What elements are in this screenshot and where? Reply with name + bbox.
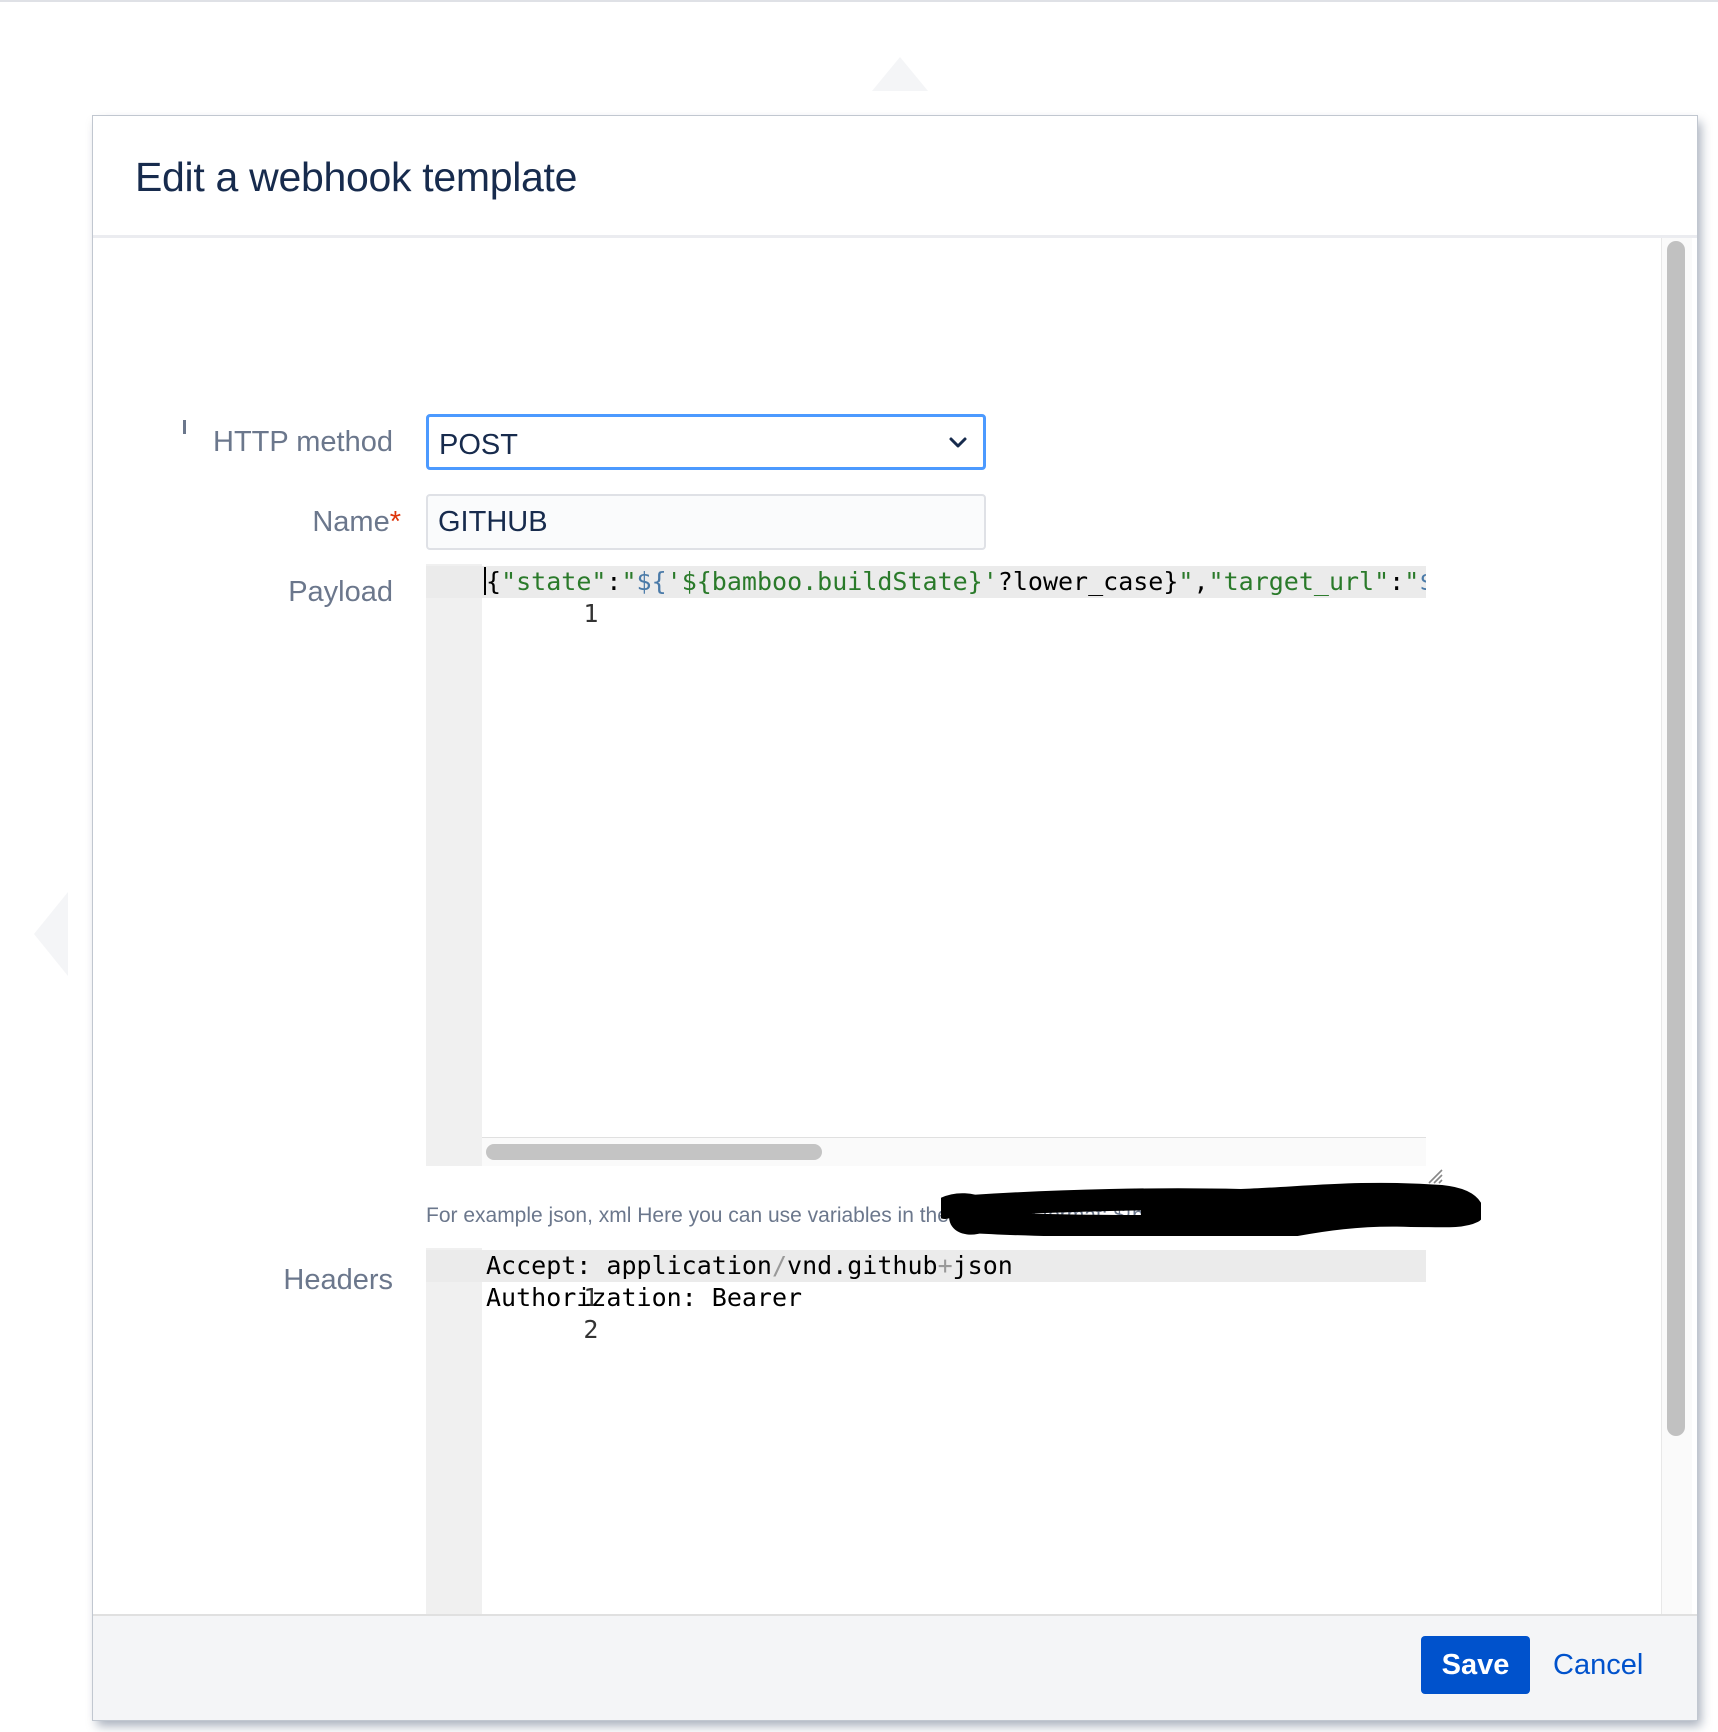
token: { bbox=[486, 567, 502, 596]
token: '${bamboo.buildState}' bbox=[666, 567, 998, 596]
dialog-body: HTTP method POST Name* Payload 1 {"state"… bbox=[93, 238, 1697, 1720]
dialog-footer: Save Cancel bbox=[93, 1614, 1697, 1720]
payload-line-code: {"state":"${'${bamboo.buildState}'?lower… bbox=[484, 566, 1426, 598]
headers-line-2[interactable]: 2 Authorization: Bearer bbox=[426, 1282, 1426, 1344]
top-divider bbox=[0, 0, 1718, 2]
http-method-select[interactable]: POST bbox=[426, 414, 986, 470]
token: " bbox=[1404, 567, 1420, 596]
redaction-scribble bbox=[941, 1182, 1481, 1236]
token: vnd.github bbox=[787, 1251, 938, 1280]
http-method-value: POST bbox=[439, 429, 518, 461]
payload-line-1[interactable]: 1 {"state":"${'${bamboo.buildState}'?lowe… bbox=[426, 566, 1426, 628]
line-number: 2 bbox=[583, 1315, 599, 1344]
headers-line-1[interactable]: 1 Accept: application/vnd.github+json bbox=[426, 1250, 1426, 1312]
ghost-arrow-top-icon bbox=[872, 57, 928, 91]
token: : bbox=[1389, 567, 1405, 596]
token: , bbox=[1193, 567, 1209, 596]
dialog-header: Edit a webhook template bbox=[93, 116, 1697, 238]
webhook-template-dialog: Edit a webhook template HTTP method POST… bbox=[93, 116, 1697, 1720]
payload-scroll-thumb[interactable] bbox=[486, 1144, 822, 1160]
payload-label: Payload bbox=[288, 576, 393, 608]
token: "state" bbox=[501, 567, 607, 596]
token: : bbox=[606, 567, 622, 596]
dialog-title: Edit a webhook template bbox=[135, 154, 578, 200]
ghost-arrow-left-icon bbox=[34, 892, 68, 976]
token: Accept: application bbox=[486, 1251, 772, 1280]
payload-editor[interactable]: 1 {"state":"${'${bamboo.buildState}'?lowe… bbox=[426, 564, 1426, 1166]
name-label-text: Name bbox=[312, 506, 390, 538]
token: ${ bbox=[636, 567, 667, 596]
save-button[interactable]: Save bbox=[1421, 1636, 1530, 1694]
headers-line-code: Accept: application/vnd.github+json bbox=[486, 1250, 1013, 1282]
headers-line-code: Authorization: Bearer bbox=[486, 1283, 803, 1312]
token: " bbox=[1178, 567, 1194, 596]
line-number: 1 bbox=[583, 599, 599, 628]
token: + bbox=[937, 1251, 953, 1280]
token: json bbox=[952, 1251, 1013, 1280]
token: "target_url" bbox=[1208, 567, 1390, 596]
name-input[interactable] bbox=[426, 494, 986, 550]
token: ?lower_case} bbox=[997, 567, 1179, 596]
name-label: Name* bbox=[101, 506, 401, 539]
cancel-button[interactable]: Cancel bbox=[1553, 1636, 1663, 1694]
headers-label: Headers bbox=[283, 1264, 393, 1296]
required-marker: * bbox=[389, 506, 401, 538]
payload-horizontal-scrollbar[interactable] bbox=[482, 1137, 1426, 1166]
token: " bbox=[621, 567, 637, 596]
token: / bbox=[771, 1251, 788, 1280]
http-method-label: HTTP method bbox=[213, 426, 393, 458]
chevron-down-icon bbox=[949, 437, 967, 448]
dialog-vertical-scrollbar-thumb[interactable] bbox=[1667, 241, 1685, 1436]
token: ${ bbox=[1419, 567, 1426, 596]
